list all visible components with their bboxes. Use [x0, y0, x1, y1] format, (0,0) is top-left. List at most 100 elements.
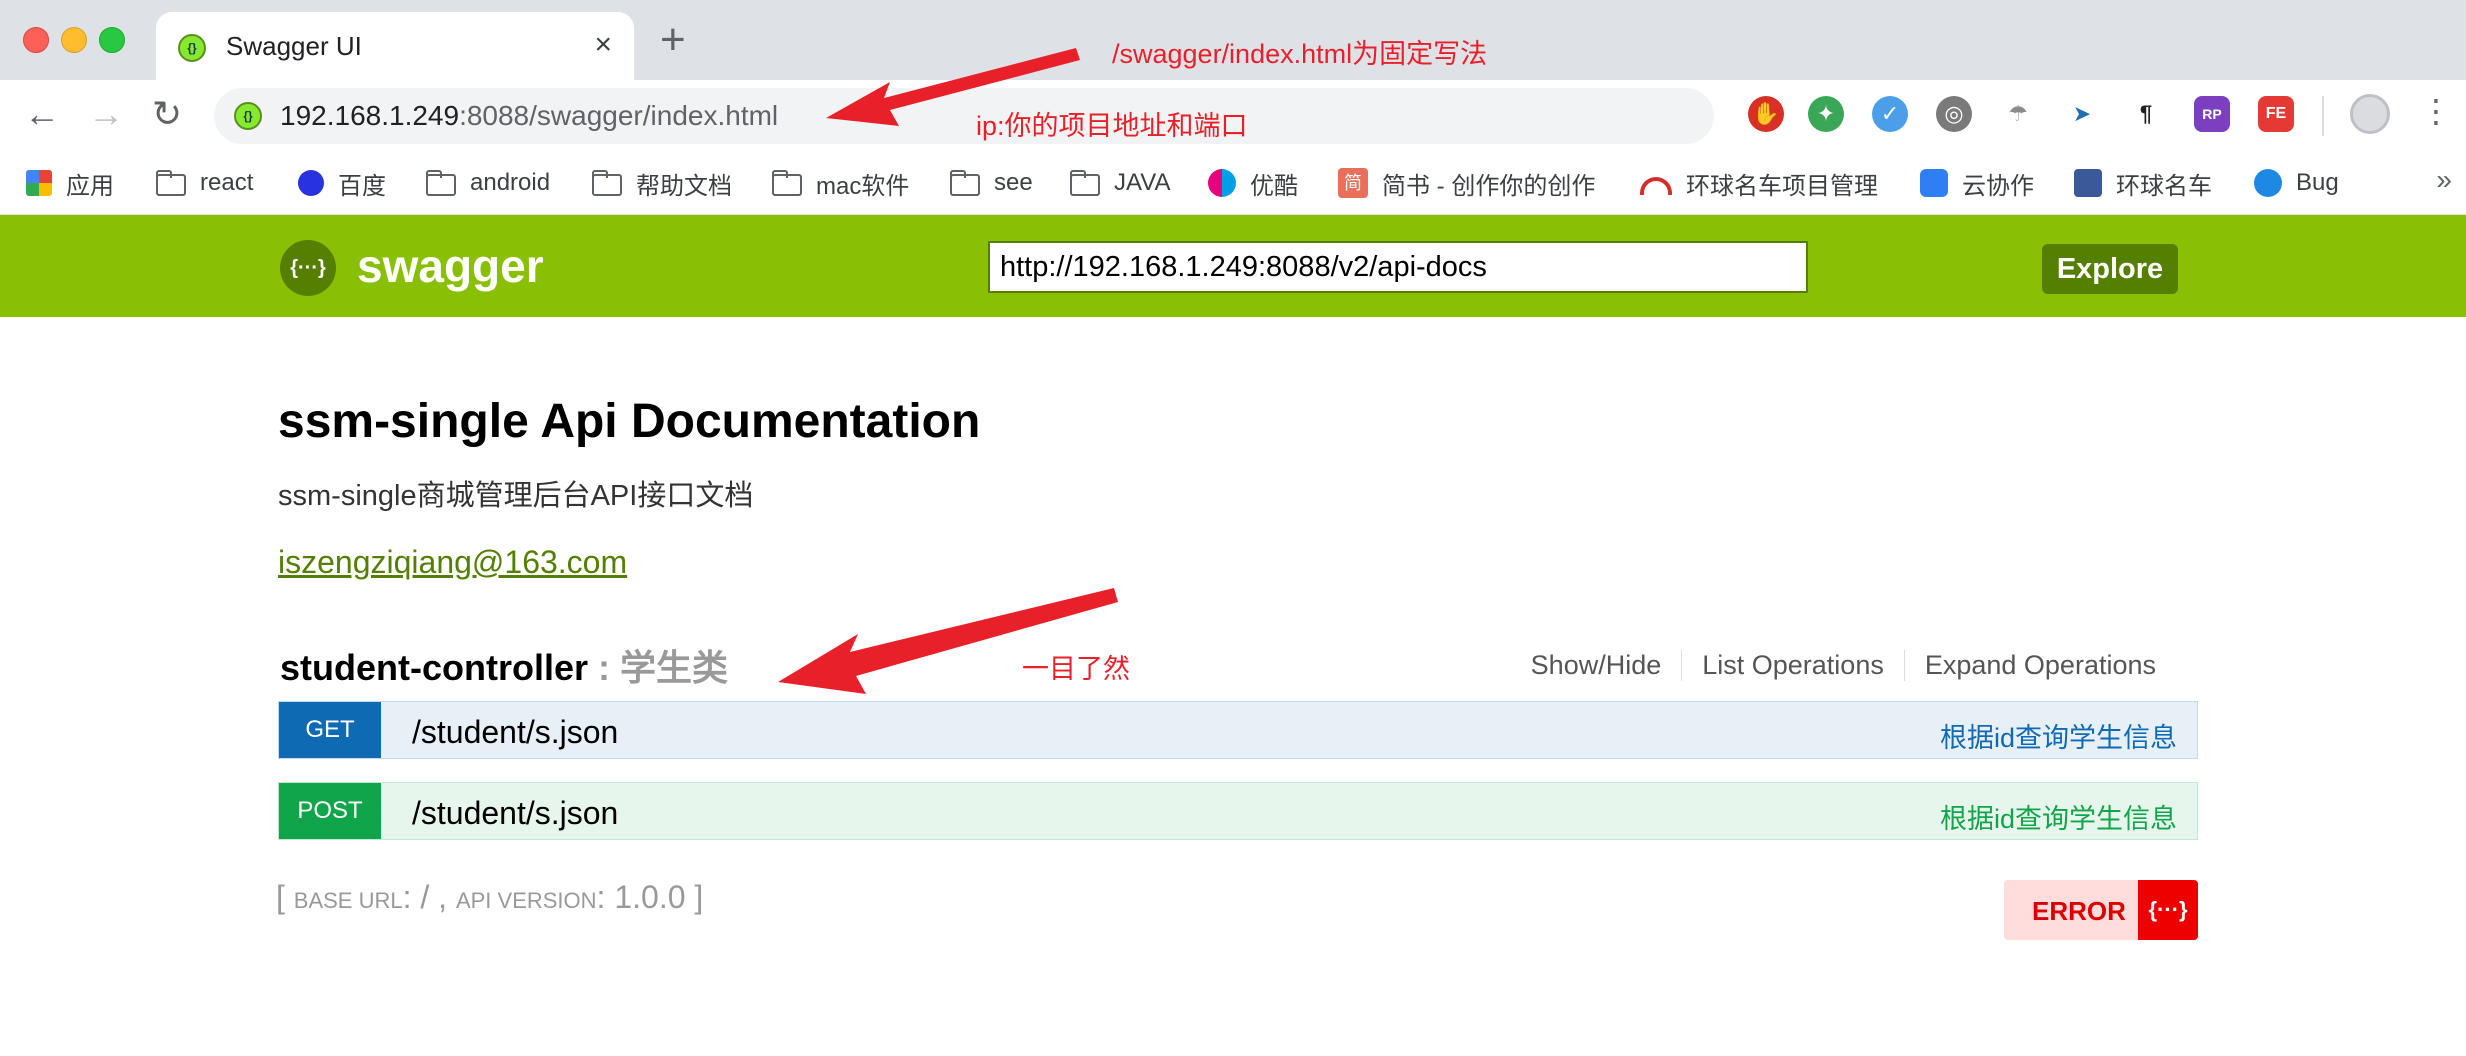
method-badge: POST: [279, 783, 381, 839]
bookmark-item[interactable]: react: [156, 166, 253, 200]
explore-button[interactable]: Explore: [2042, 244, 2178, 294]
bird-extension-icon[interactable]: ➤: [2064, 96, 2100, 132]
toolbar-divider: [2322, 96, 2324, 136]
project-icon: [1640, 177, 1672, 195]
operation-get[interactable]: GET /student/s.json 根据id查询学生信息: [278, 701, 2198, 759]
window-close-button[interactable]: [23, 27, 49, 53]
leaf-extension-icon[interactable]: ✦: [1808, 96, 1844, 132]
swagger-favicon-icon: {}: [178, 34, 206, 62]
adblock-extension-icon[interactable]: ✋: [1748, 96, 1784, 132]
bird-icon: [2254, 169, 2282, 197]
bookmark-item[interactable]: 环球名车: [2074, 166, 2212, 200]
bookmark-item[interactable]: 环球名车项目管理: [1640, 166, 1878, 200]
bookmark-item[interactable]: 云协作: [1920, 166, 2034, 200]
validator-error-badge[interactable]: ERROR {···}: [2004, 880, 2198, 940]
bookmark-label: 环球名车项目管理: [1686, 172, 1878, 200]
new-tab-button[interactable]: +: [660, 18, 686, 62]
rp-extension-icon[interactable]: RP: [2194, 96, 2230, 132]
browser-menu-icon[interactable]: ⋮: [2420, 92, 2452, 130]
bookmark-label: mac软件: [816, 172, 910, 200]
api-footer-info: [ base url: / , api version: 1.0.0 ]: [276, 879, 703, 916]
base-url-label: base url: [293, 888, 403, 913]
api-description: ssm-single商城管理后台API接口文档: [278, 480, 754, 512]
bookmark-item[interactable]: 简 简书 - 创作你的创作: [1338, 166, 1595, 200]
bookmark-item[interactable]: 优酷: [1208, 166, 1298, 200]
method-badge: GET: [279, 702, 381, 758]
address-bar[interactable]: {} 192.168.1.249:8088/swagger/index.html: [214, 88, 1714, 144]
back-button[interactable]: ←: [24, 92, 60, 136]
url-path: :8088/swagger/index.html: [459, 100, 779, 131]
bookmark-item[interactable]: mac软件: [772, 166, 909, 200]
operation-summary: 根据id查询学生信息: [1939, 723, 2177, 753]
bookmark-label: 优酷: [1250, 172, 1298, 200]
swagger-header: {···} swagger Explore: [0, 215, 2466, 317]
film-reel-extension-icon[interactable]: ◎: [1936, 96, 1972, 132]
expand-operations-link[interactable]: Expand Operations: [1903, 650, 2176, 681]
parachute-extension-icon[interactable]: ☂: [2000, 96, 2036, 132]
bookmark-label: android: [470, 169, 551, 196]
api-version-label: api version: [455, 888, 597, 913]
api-version-value: : 1.0.0: [596, 879, 686, 915]
browser-tab[interactable]: {} Swagger UI ×: [156, 12, 634, 80]
operation-path: /student/s.json: [412, 795, 619, 831]
folder-icon: [950, 170, 980, 196]
folder-icon: [592, 170, 622, 196]
fe-extension-icon[interactable]: FE: [2258, 96, 2294, 132]
tab-close-icon[interactable]: ×: [594, 28, 612, 62]
folder-icon: [156, 170, 186, 196]
bookmark-item[interactable]: JAVA: [1070, 166, 1170, 200]
bookmark-item[interactable]: 应用: [26, 166, 114, 200]
bookmarks-bar: 应用 react 百度 android 帮助文档 mac软件 see JAVA …: [0, 152, 2466, 215]
swagger-logo-icon: {···}: [280, 240, 336, 296]
bookmarks-overflow-icon[interactable]: »: [2436, 164, 2452, 196]
bookmark-label: Bug: [2296, 169, 2339, 196]
base-url-value: : / ,: [402, 879, 456, 915]
controller-heading[interactable]: student-controller : 学生类: [280, 639, 728, 691]
reload-button[interactable]: ↻: [152, 92, 182, 136]
bookmark-label: see: [994, 169, 1033, 196]
bookmark-label: 云协作: [1962, 172, 2034, 200]
annotation-url-note: /swagger/index.html为固定写法: [1112, 39, 1488, 69]
baidu-paw-icon: [298, 170, 324, 196]
footer-bracket-open: [: [276, 879, 294, 915]
window-zoom-button[interactable]: [99, 27, 125, 53]
v-extension-icon[interactable]: ✓: [1872, 96, 1908, 132]
tab-title: Swagger UI: [226, 31, 362, 61]
url-host: 192.168.1.249: [280, 100, 460, 131]
contact-email-link[interactable]: iszengziqiang@163.com: [278, 544, 627, 581]
bookmark-item[interactable]: see: [950, 166, 1033, 200]
folder-icon: [772, 170, 802, 196]
list-operations-link[interactable]: List Operations: [1681, 650, 1904, 681]
bookmark-item[interactable]: android: [426, 166, 550, 200]
apps-grid-icon: [26, 170, 52, 196]
api-url-input[interactable]: [988, 241, 1808, 293]
bookmark-item[interactable]: 百度: [298, 166, 386, 200]
bookmark-item[interactable]: 帮助文档: [592, 166, 732, 200]
cloud-collab-icon: [1920, 169, 1948, 197]
bookmark-label: 应用: [66, 172, 114, 200]
bookmark-label: 百度: [338, 172, 386, 200]
operation-post[interactable]: POST /student/s.json 根据id查询学生信息: [278, 782, 2198, 840]
forward-button[interactable]: →: [88, 92, 124, 136]
bookmark-label: 环球名车: [2116, 172, 2212, 200]
api-title: ssm-single Api Documentation: [278, 395, 981, 448]
site-icon: [2074, 169, 2102, 197]
window-minimize-button[interactable]: [61, 27, 87, 53]
show-hide-link[interactable]: Show/Hide: [1511, 650, 1682, 681]
youku-icon: [1208, 169, 1236, 197]
operation-summary: 根据id查询学生信息: [1939, 804, 2177, 834]
bookmark-item[interactable]: Bug: [2254, 166, 2339, 200]
bookmark-label: JAVA: [1114, 169, 1171, 196]
jianshu-icon: 简: [1338, 168, 1368, 198]
footer-bracket-close: ]: [685, 879, 704, 915]
profile-avatar-icon[interactable]: [2350, 94, 2390, 134]
folder-icon: [1070, 170, 1100, 196]
swagger-logo-text: swagger: [357, 240, 544, 292]
operation-path: /student/s.json: [412, 714, 619, 750]
bookmark-label: react: [200, 169, 254, 196]
address-url[interactable]: 192.168.1.249:8088/swagger/index.html: [280, 100, 778, 132]
controller-actions: Show/Hide List Operations Expand Operati…: [1511, 650, 2176, 681]
pilcrow-extension-icon[interactable]: ¶: [2128, 96, 2164, 132]
bookmark-label: 简书 - 创作你的创作: [1382, 172, 1596, 200]
folder-icon: [426, 170, 456, 196]
